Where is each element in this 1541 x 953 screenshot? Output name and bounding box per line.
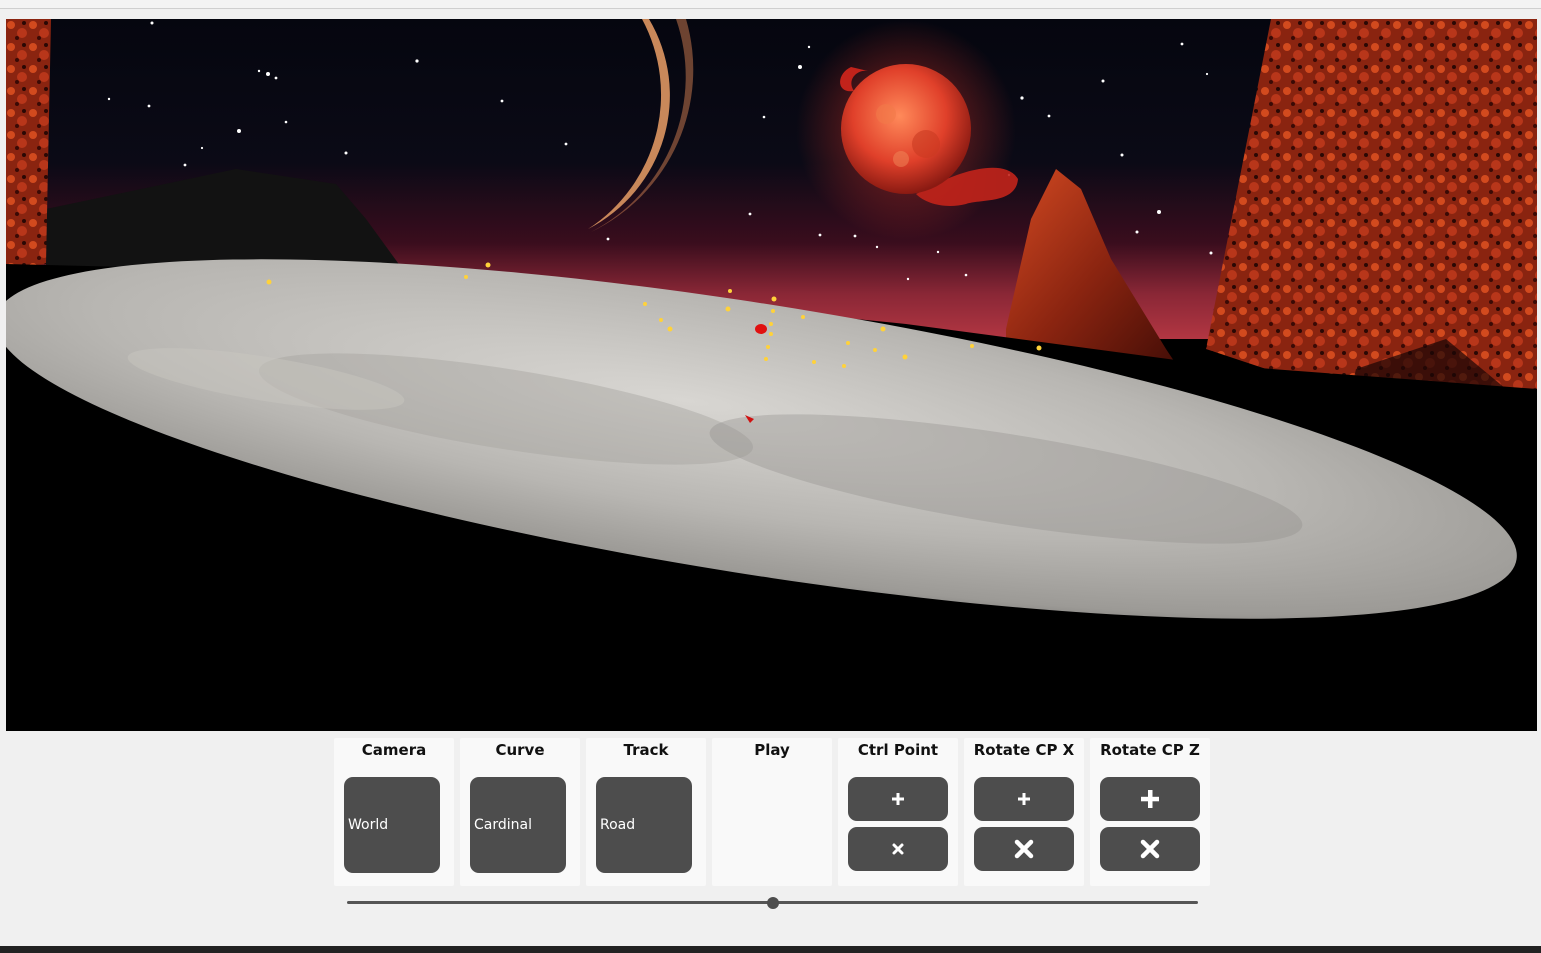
ctrl-point-title: Ctrl Point xyxy=(857,741,939,759)
times-icon xyxy=(1014,839,1034,859)
rotate-cp-x-title: Rotate CP X xyxy=(973,741,1075,759)
car-marker[interactable] xyxy=(755,324,767,334)
rotate-cp-z-panel: Rotate CP Z xyxy=(1090,738,1210,886)
curve-panel: Curve Cardinal xyxy=(460,738,580,886)
timeline-slider[interactable] xyxy=(347,897,1198,909)
camera-panel: Camera World xyxy=(334,738,454,886)
window-top-bar xyxy=(0,0,1541,9)
track-panel: Track Road xyxy=(586,738,706,886)
plus-icon xyxy=(1018,793,1030,805)
curve-title: Curve xyxy=(495,741,545,759)
times-icon xyxy=(1140,839,1160,859)
ctrl-point-panel: Ctrl Point xyxy=(838,738,958,886)
plus-icon xyxy=(892,793,904,805)
camera-button[interactable]: World xyxy=(344,777,440,873)
play-title: Play xyxy=(754,741,790,759)
window-bottom-bar xyxy=(0,946,1541,953)
rotate-cp-z-title: Rotate CP Z xyxy=(1100,741,1200,759)
rotate-cp-x-plus-button[interactable] xyxy=(974,777,1074,821)
camera-value: World xyxy=(348,817,389,833)
rotate-cp-z-minus-button[interactable] xyxy=(1100,827,1200,871)
3d-viewport[interactable] xyxy=(6,19,1537,731)
track-title: Track xyxy=(623,741,669,759)
plus-icon xyxy=(1141,790,1159,808)
add-ctrl-point-button[interactable] xyxy=(848,777,948,821)
camera-title: Camera xyxy=(361,741,427,759)
curve-value: Cardinal xyxy=(474,817,532,833)
rotate-cp-z-plus-button[interactable] xyxy=(1100,777,1200,821)
times-icon xyxy=(892,843,904,855)
lava-wall-left xyxy=(6,19,51,269)
track-button[interactable]: Road xyxy=(596,777,692,873)
rotate-cp-x-minus-button[interactable] xyxy=(974,827,1074,871)
slider-thumb[interactable] xyxy=(766,897,779,909)
rotate-cp-x-panel: Rotate CP X xyxy=(964,738,1084,886)
remove-ctrl-point-button[interactable] xyxy=(848,827,948,871)
track-value: Road xyxy=(600,817,636,833)
curve-button[interactable]: Cardinal xyxy=(470,777,566,873)
play-panel[interactable]: Play xyxy=(712,738,832,886)
